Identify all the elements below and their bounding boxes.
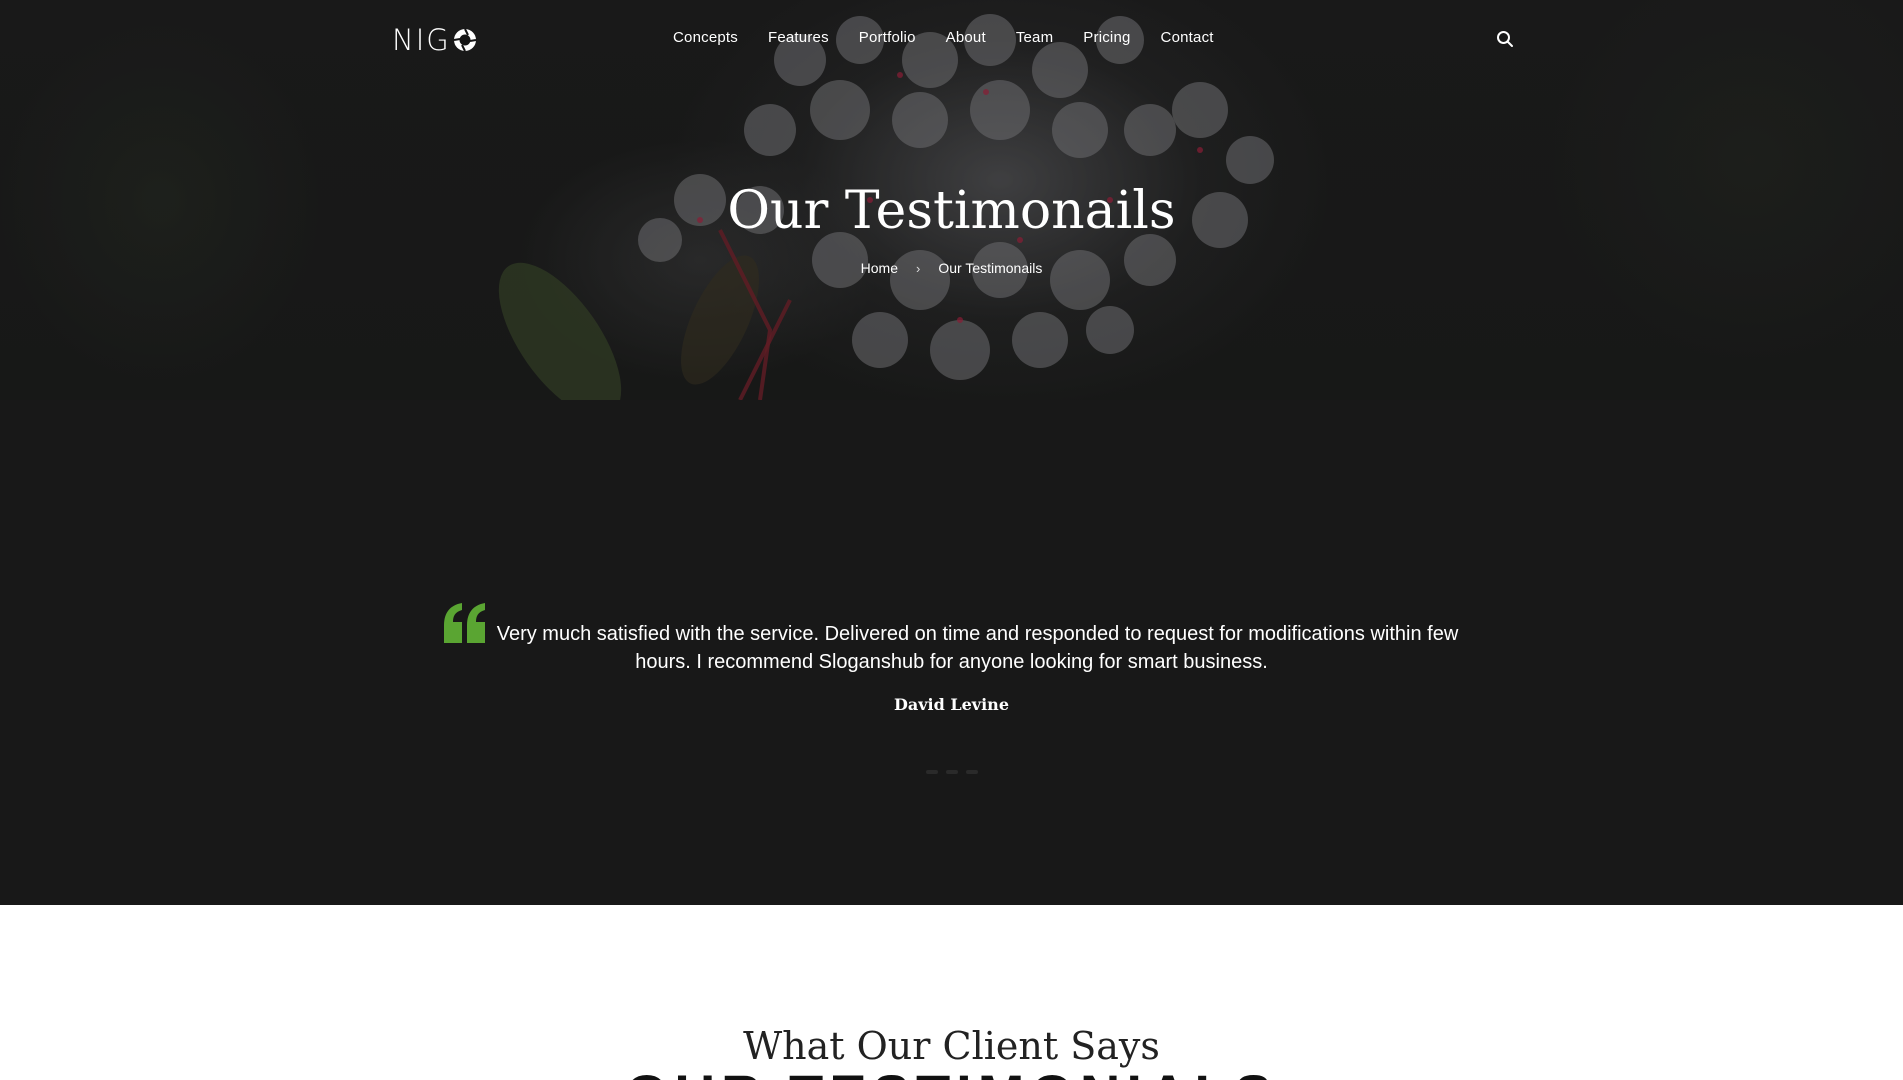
nav-item-features[interactable]: Features [768,26,829,50]
testimonial-author: David Levine [894,695,1009,714]
page-title: Our Testimonails [727,181,1176,241]
main-menu: Concepts Features Portfolio About Team P… [673,26,1244,50]
brand-logo[interactable]: NIG [392,23,477,57]
breadcrumb-chevron-icon: › [916,260,921,276]
testimonial-quote: Very much satisfied with the service. De… [496,623,1459,673]
breadcrumb-home-link[interactable]: Home [861,260,898,276]
slider-dot-2[interactable] [945,770,958,774]
client-testimonials-section: What Our Client Says OUR TESTIMONIALS [0,905,1903,1080]
breadcrumb-current: Our Testimonails [938,260,1043,276]
slider-dot-1[interactable] [925,770,938,774]
search-icon[interactable] [1496,30,1514,48]
slider-dot-3[interactable] [965,770,978,774]
hero-section: NIG Concepts Features Portfolio About Te… [0,0,1903,400]
slider-pagination [0,770,1903,774]
nav-item-pricing[interactable]: Pricing [1083,26,1130,50]
nav-item-portfolio[interactable]: Portfolio [859,26,916,50]
nav-item-concepts[interactable]: Concepts [673,26,738,50]
section-title: OUR TESTIMONIALS [0,1065,1903,1080]
nav-item-about[interactable]: About [946,26,986,50]
nav-item-contact[interactable]: Contact [1161,26,1214,50]
top-navbar: NIG Concepts Features Portfolio About Te… [0,0,1903,76]
brand-name: NIG [392,23,451,57]
testimonial-slider: Very much satisfied with the service. De… [0,400,1903,905]
breadcrumb: Home › Our Testimonails [0,260,1903,276]
aperture-icon [453,28,477,52]
nav-item-team[interactable]: Team [1016,26,1053,50]
